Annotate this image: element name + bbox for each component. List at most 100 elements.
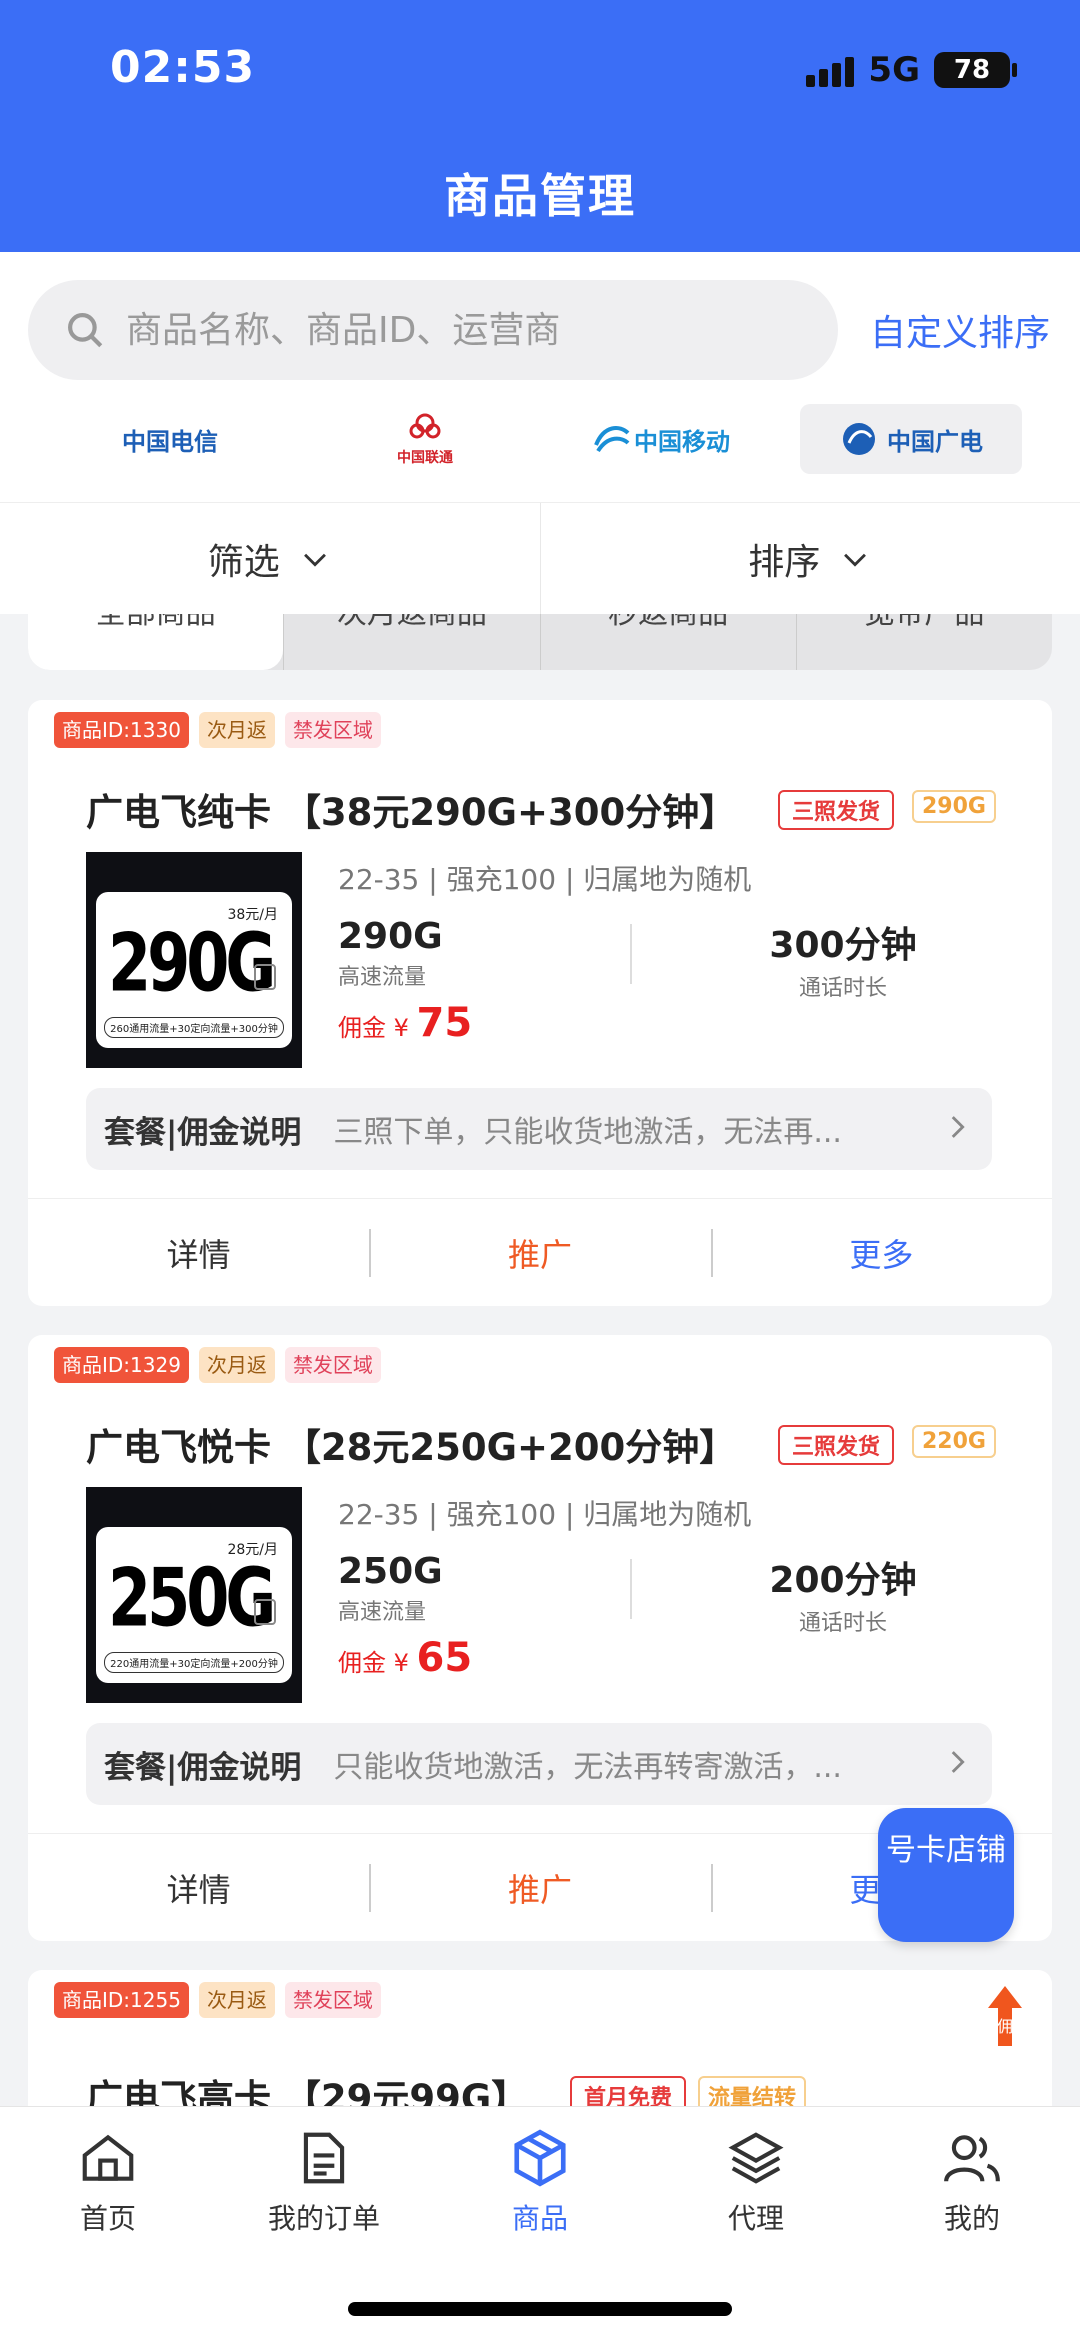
users-icon [944,2135,1000,2182]
sim-card-graphic: 38元/月 290G 260通用流量+30定向流量+300分钟 [96,892,292,1048]
tab-all-products[interactable]: 全部商品 [28,614,284,670]
nav-label: 代理 [727,2202,784,2235]
tab-broadband[interactable]: 宽带产品 [795,614,1052,670]
filter-label: 筛选 [207,541,280,583]
product-card: 商品ID:1330 次月返 禁发区域 广电飞纯卡 【38元290G+300分钟】… [28,700,1052,1306]
commission: 佣金 ¥ 75 [338,1000,472,1046]
sort-dropdown[interactable]: 排序 [539,503,1080,614]
nav-label: 我的 [943,2202,1000,2235]
search-input[interactable] [126,309,786,351]
carrier-filter: 中国电信 中国联通 中国移动 中国广电 [0,404,1080,484]
nav-label: 商品 [511,2202,568,2235]
carrier-china-broadnet[interactable]: 中国广电 [800,404,1022,474]
badge-row: 商品ID:1330 次月返 禁发区域 [54,712,381,748]
rebate-badge: 次月返 [198,712,275,748]
product-id-badge: 商品ID:1330 [54,712,189,748]
product-image[interactable]: 38元/月 290G 260通用流量+30定向流量+300分钟 [86,852,302,1068]
category-tabs: 全部商品 次月返商品 秒返商品 宽带产品 [28,614,1052,670]
sim-chip-icon [254,964,276,990]
chevron-right-icon [951,1116,965,1138]
commission: 佣金 ¥ 65 [338,1635,472,1681]
china-unicom-label: 中国联通 [397,450,453,466]
commission-value: 75 [416,1000,473,1046]
product-image[interactable]: 28元/月 250G 220通用流量+30定向流量+200分钟 [86,1487,302,1703]
nav-item-home[interactable]: 首页 [28,2127,188,2237]
product-meta: 22-35 | 强充100 | 归属地为随机 [338,1498,752,1531]
cbn-logo-icon [843,423,875,455]
signal-icon [806,53,855,87]
talk-stat: 300分钟 通话时长 [718,916,968,1002]
card-shop-button[interactable]: 号卡店铺 [878,1808,1014,1942]
china-telecom-logo: 中国电信 [122,427,218,456]
plan-description-bar[interactable]: 套餐|佣金说明 只能收货地激活，无法再转寄激活，... [86,1723,992,1805]
china-mobile-label: 中国移动 [634,427,730,456]
nav-item-mine[interactable]: 我的 [892,2127,1052,2237]
filter-dropdown[interactable]: 筛选 [0,503,540,614]
data-value: 290G [338,916,443,957]
search-box[interactable] [28,280,838,380]
shipping-tag: 三照发货 [778,1425,895,1465]
chevron-right-icon [951,1751,965,1773]
data-label: 高速流量 [338,965,427,990]
sim-data-amount: 290G [108,915,276,1010]
sim-data-amount: 250G [108,1550,276,1645]
product-meta: 22-35 | 强充100 | 归属地为随机 [338,863,752,896]
home-icon [82,2134,134,2181]
commission-label: 佣金 ¥ [338,1014,417,1042]
carrier-china-unicom[interactable]: 中国联通 [360,404,490,474]
plan-description-bar[interactable]: 套餐|佣金说明 三照下单，只能收货地激活，无法再... [86,1088,992,1170]
product-id-badge: 商品ID:1329 [54,1347,189,1383]
box-icon [514,2129,566,2187]
carrier-china-mobile[interactable]: 中国移动 [585,404,735,474]
sort-label: 排序 [748,541,821,583]
plan-description-text: 只能收货地激活，无法再转寄激活，... [333,1750,842,1785]
data-tag: 290G [912,790,996,823]
nav-item-agent[interactable]: 代理 [676,2127,836,2237]
data-value: 250G [338,1551,443,1592]
battery-level: 78 [953,55,991,85]
detail-button[interactable]: 详情 [28,1199,369,1306]
more-button[interactable]: 更多 [710,1199,1052,1306]
badge-row: 商品ID:1329 次月返 禁发区域 [54,1347,381,1383]
product-id-badge: 商品ID:1255 [54,1982,189,2018]
tab-instant-rebate[interactable]: 秒返商品 [539,614,796,670]
promote-button[interactable]: 推广 [369,1834,710,1941]
stat-divider [630,924,632,984]
plan-description-label: 套餐|佣金说明 [104,1749,302,1786]
home-indicator [348,2302,732,2316]
product-title[interactable]: 广电飞悦卡 【28元250G+200分钟】 [86,1417,736,1471]
app-header: 02:53 5G 78 商品管理 [0,0,1080,252]
promote-button[interactable]: 推广 [369,1199,710,1306]
back-to-top-label: 佣 [997,2017,1013,2036]
product-title[interactable]: 广电飞纯卡 【38元290G+300分钟】 [86,782,736,836]
chevron-down-icon [303,553,326,567]
chevron-down-icon [844,553,867,567]
network-type: 5G [868,50,920,90]
talk-value: 300分钟 [769,925,917,966]
card-actions: 详情 推广 更多 [28,1198,1052,1306]
badge-row: 商品ID:1255 次月返 禁发区域 [54,1982,381,2018]
talk-stat: 200分钟 通话时长 [718,1551,968,1637]
status-time: 02:53 [110,42,256,93]
rebate-badge: 次月返 [198,1982,275,2018]
stat-divider [630,1559,632,1619]
detail-button[interactable]: 详情 [28,1834,369,1941]
data-stat: 290G 高速流量 [338,916,443,991]
back-to-top-icon[interactable]: 佣 [988,1986,1022,2054]
custom-sort-link[interactable]: 自定义排序 [870,304,1050,356]
filter-bar: 筛选 排序 [0,502,1080,614]
data-tag: 220G [912,1425,996,1458]
shipping-tag: 三照发货 [778,790,895,830]
status-indicators: 5G 78 [806,50,1017,90]
plan-description-label: 套餐|佣金说明 [104,1114,302,1151]
battery-icon: 78 [934,52,1017,88]
document-icon [303,2132,345,2184]
commission-value: 65 [416,1635,473,1681]
carrier-china-telecom[interactable]: 中国电信 [100,404,240,474]
nav-label: 我的订单 [267,2202,380,2235]
sim-footer-text: 260通用流量+30定向流量+300分钟 [104,1017,284,1038]
sim-card-graphic: 28元/月 250G 220通用流量+30定向流量+200分钟 [96,1527,292,1683]
nav-item-products[interactable]: 商品 [460,2127,620,2237]
tab-next-month-rebate[interactable]: 次月返商品 [283,614,539,670]
nav-item-orders[interactable]: 我的订单 [244,2127,404,2237]
